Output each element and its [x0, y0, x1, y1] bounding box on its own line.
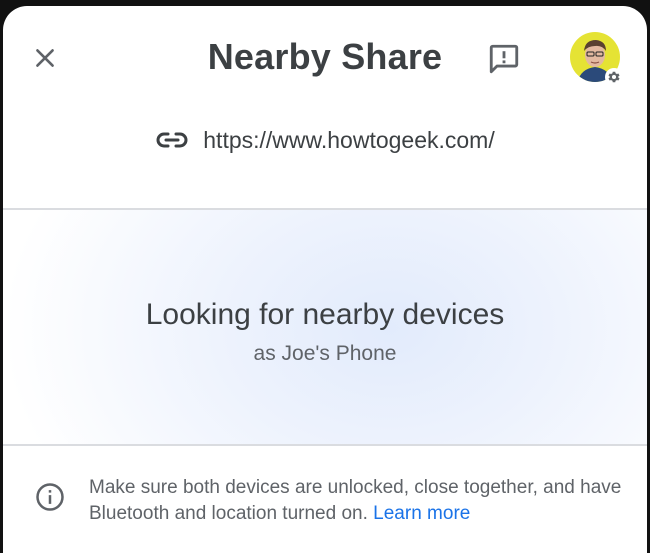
gear-icon [608, 71, 620, 83]
learn-more-link[interactable]: Learn more [373, 503, 470, 524]
info-message: Make sure both devices are unlocked, clo… [89, 475, 629, 527]
scan-status-title: Looking for nearby devices [145, 298, 505, 331]
divider-bottom [3, 444, 647, 446]
shared-url: https://www.howtogeek.com/ [203, 126, 495, 153]
nearby-share-sheet: Nearby Share https://www.howtogeek.com/ … [3, 6, 647, 553]
device-scan-area: Looking for nearby devices as Joe's Phon… [3, 210, 647, 446]
shared-link-row: https://www.howtogeek.com/ [3, 120, 647, 160]
scan-status-subtitle: as Joe's Phone [253, 342, 397, 365]
feedback-button[interactable] [485, 40, 523, 78]
link-icon [155, 128, 189, 152]
feedback-icon [489, 44, 519, 74]
info-message-text: Make sure both devices are unlocked, clo… [89, 477, 622, 524]
info-icon [36, 483, 64, 511]
account-avatar-button[interactable] [569, 31, 623, 86]
page-title: Nearby Share [207, 36, 443, 77]
settings-badge [605, 68, 623, 86]
